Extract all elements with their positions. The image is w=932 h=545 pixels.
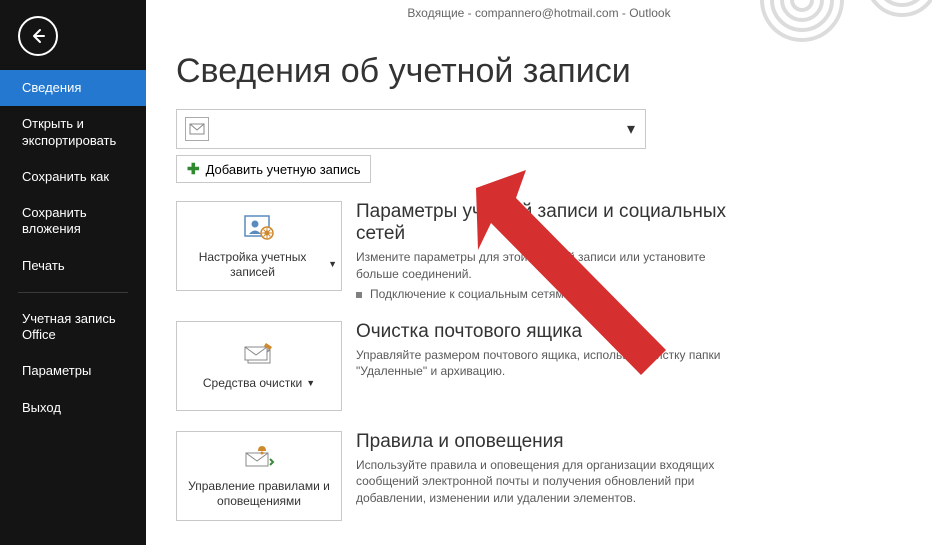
tile-cleanup-tools[interactable]: Средства очистки ▼ <box>176 321 342 411</box>
section-bullet: Подключение к социальным сетям. <box>356 287 736 301</box>
section-body: Используйте правила и оповещения для орг… <box>356 457 736 507</box>
nav-label: Сохранить вложения <box>22 205 87 236</box>
cleanup-tools-icon <box>242 340 276 372</box>
tile-label: Средства очистки <box>203 376 302 391</box>
page-title: Сведения об учетной записи <box>176 52 902 91</box>
nav-label: Печать <box>22 258 65 273</box>
nav-item-office-account[interactable]: Учетная запись Office <box>0 301 146 354</box>
section-heading: Очистка почтового ящика <box>356 321 736 343</box>
chevron-down-icon: ▼ <box>306 378 315 389</box>
nav-label: Параметры <box>22 363 91 378</box>
tile-account-settings[interactable]: Настройка учетных записей ▼ <box>176 201 342 291</box>
tile-label: Настройка учетных записей <box>181 250 324 280</box>
tile-label: Управление правилами и оповещениями <box>181 479 337 509</box>
tile-rules-alerts[interactable]: Управление правилами и оповещениями <box>176 431 342 521</box>
arrow-left-icon <box>28 26 48 46</box>
section-heading: Параметры учетной записи и социальных се… <box>356 201 736 245</box>
nav-separator <box>18 292 128 293</box>
nav-item-save-attachments[interactable]: Сохранить вложения <box>0 195 146 248</box>
account-selector[interactable]: ▾ <box>176 109 646 149</box>
rules-alerts-icon <box>242 443 276 475</box>
nav-label: Выход <box>22 400 61 415</box>
section-heading: Правила и оповещения <box>356 431 736 453</box>
add-account-button[interactable]: ✚ Добавить учетную запись <box>176 155 371 183</box>
add-account-label: Добавить учетную запись <box>206 162 361 177</box>
section-rules-alerts: Управление правилами и оповещениями Прав… <box>176 431 736 521</box>
account-icon <box>185 117 209 141</box>
nav-item-print[interactable]: Печать <box>0 248 146 284</box>
back-button[interactable] <box>18 16 58 56</box>
nav-label: Сведения <box>22 80 81 95</box>
backstage-sidebar: Сведения Открыть и экспортировать Сохран… <box>0 0 146 545</box>
nav-label: Открыть и экспортировать <box>22 116 116 147</box>
nav-item-info[interactable]: Сведения <box>0 70 146 106</box>
plus-icon: ✚ <box>187 160 200 178</box>
nav-primary: Сведения Открыть и экспортировать Сохран… <box>0 70 146 426</box>
nav-item-exit[interactable]: Выход <box>0 390 146 426</box>
section-body: Измените параметры для этой учетной запи… <box>356 249 736 283</box>
chevron-down-icon: ▼ <box>328 259 337 270</box>
nav-item-options[interactable]: Параметры <box>0 353 146 389</box>
chevron-down-icon: ▾ <box>627 119 635 139</box>
section-body: Управляйте размером почтового ящика, исп… <box>356 347 736 381</box>
nav-item-open-export[interactable]: Открыть и экспортировать <box>0 106 146 159</box>
main-panel: Входящие - compannero@hotmail.com - Outl… <box>146 0 932 545</box>
section-cleanup: Средства очистки ▼ Очистка почтового ящик… <box>176 321 736 411</box>
account-settings-icon <box>242 212 276 246</box>
section-account-settings: Настройка учетных записей ▼ Параметры уче… <box>176 201 736 301</box>
nav-label: Учетная запись Office <box>22 311 116 342</box>
nav-item-save-as[interactable]: Сохранить как <box>0 159 146 195</box>
nav-label: Сохранить как <box>22 169 109 184</box>
